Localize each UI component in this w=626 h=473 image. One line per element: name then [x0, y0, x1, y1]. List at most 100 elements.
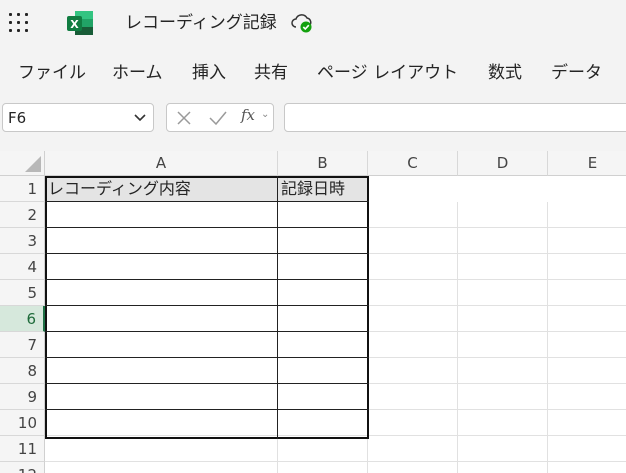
spreadsheet-grid[interactable]: A B C D E 123456789101112 レコーディング内容 記録日時	[0, 151, 626, 473]
grid-cell[interactable]	[45, 358, 278, 384]
grid-cell[interactable]	[548, 462, 626, 473]
grid-cell[interactable]	[278, 410, 368, 436]
grid-cell[interactable]	[548, 332, 626, 358]
grid-cell[interactable]	[368, 254, 458, 280]
row-header-7[interactable]: 7	[0, 332, 45, 358]
cell-a1[interactable]: レコーディング内容	[45, 176, 278, 202]
grid-cell[interactable]	[45, 280, 278, 306]
grid-cell[interactable]	[458, 436, 548, 462]
grid-cell[interactable]	[278, 436, 368, 462]
row-header-6[interactable]: 6	[0, 306, 45, 332]
name-box-value: F6	[8, 109, 27, 127]
grid-cell[interactable]	[368, 462, 458, 473]
column-header-a[interactable]: A	[45, 151, 278, 176]
insert-function-button[interactable]: fx	[241, 106, 255, 124]
grid-cell[interactable]	[458, 462, 548, 473]
table-row-divider	[45, 331, 369, 332]
grid-cell[interactable]	[368, 280, 458, 306]
grid-cell[interactable]	[278, 280, 368, 306]
grid-cell[interactable]	[45, 332, 278, 358]
row-header-8[interactable]: 8	[0, 358, 45, 384]
tab-formulas[interactable]: 数式	[488, 62, 522, 84]
grid-cell[interactable]	[45, 410, 278, 436]
grid-cell[interactable]	[368, 202, 458, 228]
grid-cell[interactable]	[458, 410, 548, 436]
formula-input[interactable]	[284, 103, 626, 132]
grid-cell[interactable]	[458, 384, 548, 410]
row-header-9[interactable]: 9	[0, 384, 45, 410]
tab-file[interactable]: ファイル	[18, 62, 86, 84]
grid-cell[interactable]	[548, 280, 626, 306]
table-row-divider	[45, 383, 369, 384]
grid-cell[interactable]	[548, 436, 626, 462]
grid-cell[interactable]	[458, 202, 548, 228]
row-header-11[interactable]: 11	[0, 436, 45, 462]
grid-cell[interactable]	[548, 384, 626, 410]
grid-cell[interactable]	[548, 228, 626, 254]
grid-cell[interactable]	[278, 462, 368, 473]
grid-cell[interactable]	[368, 410, 458, 436]
confirm-check-icon[interactable]	[208, 110, 228, 126]
grid-cell[interactable]	[368, 436, 458, 462]
formula-bar: F6 fx ⌄	[0, 100, 626, 140]
grid-cell[interactable]	[368, 332, 458, 358]
row-header-5[interactable]: 5	[0, 280, 45, 306]
chevron-down-icon[interactable]: ⌄	[261, 109, 269, 120]
grid-cell[interactable]	[368, 384, 458, 410]
tab-insert[interactable]: 挿入	[192, 62, 226, 84]
grid-cell[interactable]	[548, 410, 626, 436]
grid-cell[interactable]	[45, 462, 278, 473]
table-row-divider	[45, 279, 369, 280]
grid-cell[interactable]	[278, 332, 368, 358]
grid-cell[interactable]	[278, 228, 368, 254]
grid-cell[interactable]	[45, 202, 278, 228]
row-header-10[interactable]: 10	[0, 410, 45, 436]
grid-cell[interactable]	[45, 306, 278, 332]
grid-cell[interactable]	[368, 228, 458, 254]
grid-cell[interactable]	[458, 332, 548, 358]
cloud-saved-icon[interactable]	[290, 12, 316, 34]
grid-cell[interactable]	[45, 228, 278, 254]
tab-share[interactable]: 共有	[254, 62, 288, 84]
name-box[interactable]: F6	[2, 103, 154, 132]
row-header-2[interactable]: 2	[0, 202, 45, 228]
tab-data[interactable]: データ	[551, 62, 602, 84]
column-header-b[interactable]: B	[278, 151, 368, 176]
grid-cell[interactable]	[458, 306, 548, 332]
select-all-button[interactable]	[0, 151, 45, 176]
grid-cell[interactable]	[458, 280, 548, 306]
row-header-3[interactable]: 3	[0, 228, 45, 254]
grid-cell[interactable]	[45, 436, 278, 462]
row-header-1[interactable]: 1	[0, 176, 45, 202]
cancel-icon[interactable]	[176, 110, 192, 126]
grid-cell[interactable]	[278, 358, 368, 384]
grid-cell[interactable]	[548, 358, 626, 384]
column-header-d[interactable]: D	[458, 151, 548, 176]
grid-cell[interactable]	[278, 254, 368, 280]
tab-home[interactable]: ホーム	[112, 62, 163, 84]
table-row-divider	[45, 227, 369, 228]
tab-page-layout[interactable]: ページ レイアウト	[317, 62, 458, 84]
grid-cell[interactable]	[548, 306, 626, 332]
row-header-4[interactable]: 4	[0, 254, 45, 280]
grid-cell[interactable]	[278, 202, 368, 228]
app-launcher-icon[interactable]	[8, 12, 30, 34]
grid-cell[interactable]	[368, 358, 458, 384]
row-header-12[interactable]: 12	[0, 462, 45, 473]
grid-cell[interactable]	[458, 358, 548, 384]
grid-cell[interactable]	[45, 254, 278, 280]
grid-cell[interactable]	[548, 202, 626, 228]
grid-cell[interactable]	[458, 228, 548, 254]
grid-cell[interactable]	[458, 254, 548, 280]
document-title[interactable]: レコーディング記録	[125, 12, 277, 34]
grid-cell[interactable]	[278, 384, 368, 410]
table-row-divider	[45, 201, 369, 202]
excel-logo-letter: X	[70, 18, 79, 31]
grid-cell[interactable]	[278, 306, 368, 332]
grid-cell[interactable]	[548, 254, 626, 280]
column-header-e[interactable]: E	[548, 151, 626, 176]
cell-b1[interactable]: 記録日時	[278, 176, 368, 202]
grid-cell[interactable]	[45, 384, 278, 410]
column-header-c[interactable]: C	[368, 151, 458, 176]
grid-cell[interactable]	[368, 306, 458, 332]
